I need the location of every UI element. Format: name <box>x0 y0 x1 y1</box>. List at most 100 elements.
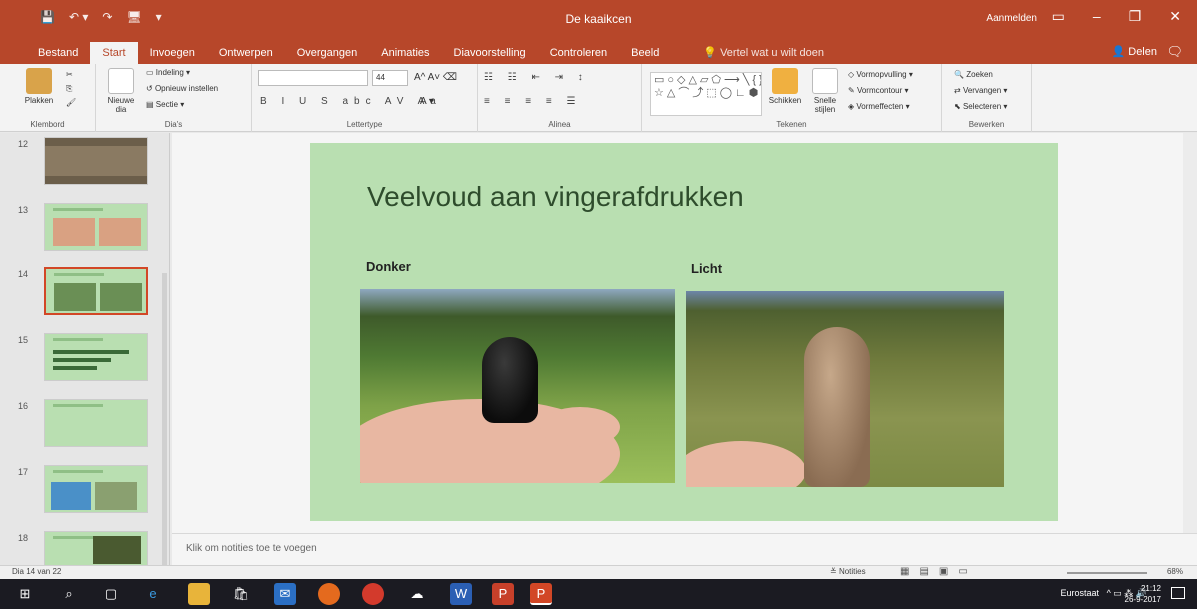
paste-button[interactable]: Plakken <box>22 68 56 105</box>
close-button[interactable]: ✕ <box>1169 8 1181 25</box>
share-button[interactable]: 👤 Delen <box>1111 45 1157 58</box>
shapes-gallery[interactable]: ▭○◇△▱⬠⟶╲{}☆△⌒⤴⬚◯∟⬢⇨ <box>650 72 762 116</box>
mail-icon[interactable]: ✉ <box>274 583 296 605</box>
group-label-lettertype: Lettertype <box>346 120 383 129</box>
tab-beeld[interactable]: Beeld <box>619 42 671 64</box>
arrange-button[interactable]: Schikken <box>768 68 802 105</box>
font-color-icon[interactable]: A ▾ <box>420 96 434 107</box>
font-family-select[interactable] <box>258 70 368 86</box>
current-slide[interactable]: Veelvoud aan vingerafdrukken Donker Lich… <box>310 143 1058 521</box>
section-button[interactable]: ▤ Sectie ▾ <box>146 100 184 109</box>
tab-ontwerpen[interactable]: Ontwerpen <box>207 42 285 64</box>
layout-button[interactable]: ▭ Indeling ▾ <box>146 68 190 77</box>
copy-icon[interactable]: ⎘ <box>66 84 72 94</box>
firefox-icon[interactable] <box>318 583 340 605</box>
grow-shrink-font-icons[interactable]: A^ A˅ ⌫ <box>414 72 457 83</box>
reading-view-icon[interactable]: ▣ <box>939 566 948 577</box>
clock[interactable]: 21:12 26-9-2017 <box>1125 583 1161 605</box>
thumbnail-scrollbar[interactable] <box>162 273 167 565</box>
label-dark[interactable]: Donker <box>366 259 411 274</box>
view-buttons: ▦ ▤ ▣ ▭ <box>900 566 968 577</box>
presentation-app-icon[interactable]: P <box>492 583 514 605</box>
font-format-buttons[interactable]: B I U S abc AV Aa <box>260 96 442 107</box>
quick-styles-button[interactable]: Snelle stijlen <box>808 68 842 114</box>
signin-link[interactable]: Aanmelden <box>986 13 1037 24</box>
photo-light-fingerprint[interactable] <box>686 291 1004 487</box>
thumbnail-image <box>54 283 96 311</box>
thumbnail-image <box>95 482 137 510</box>
search-icon[interactable]: ⌕ <box>58 583 80 605</box>
notification-icon[interactable] <box>1171 587 1185 599</box>
thumbnail-image <box>53 218 95 246</box>
status-bar: Dia 14 van 22 ≚ Notities ▦ ▤ ▣ ▭ 68% <box>0 565 1197 579</box>
tell-me-search[interactable]: 💡 Vertel wat u wilt doen <box>691 42 836 64</box>
notes-placeholder[interactable]: Klik om notities toe te voegen <box>186 543 317 554</box>
app-icon[interactable]: ☁ <box>406 583 428 605</box>
thumbnail-slide-13[interactable]: 13 <box>0 203 169 263</box>
tab-controleren[interactable]: Controleren <box>538 42 619 64</box>
task-view-icon[interactable]: ▢ <box>100 583 122 605</box>
slide-thumbnail-pane[interactable]: 12 13 14 15 16 17 18 <box>0 133 170 565</box>
font-size-select[interactable]: 44 <box>372 70 408 86</box>
thumbnail-text-line <box>53 366 97 370</box>
thumbnail-slide-12[interactable]: 12 <box>0 137 169 197</box>
chrome-icon[interactable] <box>362 583 384 605</box>
tab-overgangen[interactable]: Overgangen <box>285 42 370 64</box>
format-painter-icon[interactable]: 🖌 <box>66 98 76 107</box>
thumbnail-slide-14[interactable]: 14 <box>0 267 169 327</box>
shape-fill-button[interactable]: ◇ Vormopvulling ▾ <box>848 70 913 79</box>
windows-start-icon[interactable]: ⊞ <box>14 583 36 605</box>
cut-icon[interactable]: ✂ <box>66 70 73 79</box>
thumbnail-image <box>93 536 141 564</box>
window-controls: ▭ – ❐ ✕ <box>1052 8 1181 25</box>
thumbnail-slide-16[interactable]: 16 <box>0 399 169 459</box>
tab-diavoorstelling[interactable]: Diavoorstelling <box>442 42 538 64</box>
clipboard-icon <box>26 68 52 94</box>
notes-pane[interactable]: Klik om notities toe te voegen <box>172 533 1197 565</box>
reset-button[interactable]: ↺ Opnieuw instellen <box>146 84 218 93</box>
tab-start[interactable]: Start <box>90 42 138 64</box>
canvas-scrollbar[interactable] <box>1183 133 1197 565</box>
thumbnail-slide-17[interactable]: 17 <box>0 465 169 525</box>
maximize-button[interactable]: ❐ <box>1129 8 1142 25</box>
language-indicator: Eurostaat <box>1060 588 1100 598</box>
notes-toggle-button[interactable]: ≚ Notities <box>830 567 866 576</box>
slide-title[interactable]: Veelvoud aan vingerafdrukken <box>367 181 744 213</box>
tab-invoegen[interactable]: Invoegen <box>138 42 207 64</box>
find-button[interactable]: 🔍 Zoeken <box>954 70 993 79</box>
thumbnail-slide-18[interactable]: 18 <box>0 531 169 565</box>
edge-icon[interactable]: e <box>142 583 164 605</box>
normal-view-icon[interactable]: ▦ <box>900 566 909 577</box>
store-icon[interactable]: 🛍 <box>230 583 252 605</box>
thumbnail-preview <box>44 203 148 251</box>
label-light[interactable]: Licht <box>691 261 722 276</box>
cursor-icon: ⬉ <box>954 102 963 111</box>
list-buttons[interactable]: ☷ ☷ ⇤ ⇥ ↕ <box>484 72 589 83</box>
thumbnail-title <box>53 404 103 407</box>
file-explorer-icon[interactable] <box>188 583 210 605</box>
slideshow-view-icon[interactable]: ▭ <box>958 566 967 577</box>
sorter-view-icon[interactable]: ▤ <box>919 566 928 577</box>
word-icon[interactable]: W <box>450 583 472 605</box>
select-button[interactable]: ⬉ Selecteren ▾ <box>954 102 1007 111</box>
minimize-button[interactable]: – <box>1093 8 1101 25</box>
group-bewerken: 🔍 Zoeken ⇄ Vervangen ▾ ⬉ Selecteren ▾ Be… <box>942 64 1032 132</box>
zoom-slider[interactable] <box>1067 572 1147 574</box>
replace-button[interactable]: ⇄ Vervangen ▾ <box>954 86 1007 95</box>
powerpoint-active-icon[interactable]: P <box>530 583 552 605</box>
new-slide-button[interactable]: Nieuwe dia <box>104 68 138 114</box>
person-icon: 👤 <box>1111 46 1129 58</box>
photo-dark-fingerprint[interactable] <box>360 289 675 483</box>
tab-bestand[interactable]: Bestand <box>26 42 90 64</box>
thumbnail-title <box>53 208 103 211</box>
thumbnail-slide-15[interactable]: 15 <box>0 333 169 393</box>
tab-animaties[interactable]: Animaties <box>369 42 441 64</box>
thumbnail-image <box>99 218 141 246</box>
alignment-buttons[interactable]: ≡ ≡ ≡ ≡ ☰ <box>484 96 581 107</box>
dark-object <box>482 337 538 423</box>
comments-icon[interactable]: 🗨 <box>1166 44 1183 60</box>
zoom-level[interactable]: 68% <box>1167 567 1183 576</box>
ribbon-display-icon[interactable]: ▭ <box>1052 8 1065 25</box>
shape-outline-button[interactable]: ✎ Vormcontour ▾ <box>848 86 909 95</box>
shape-effects-button[interactable]: ◈ Vormeffecten ▾ <box>848 102 910 111</box>
